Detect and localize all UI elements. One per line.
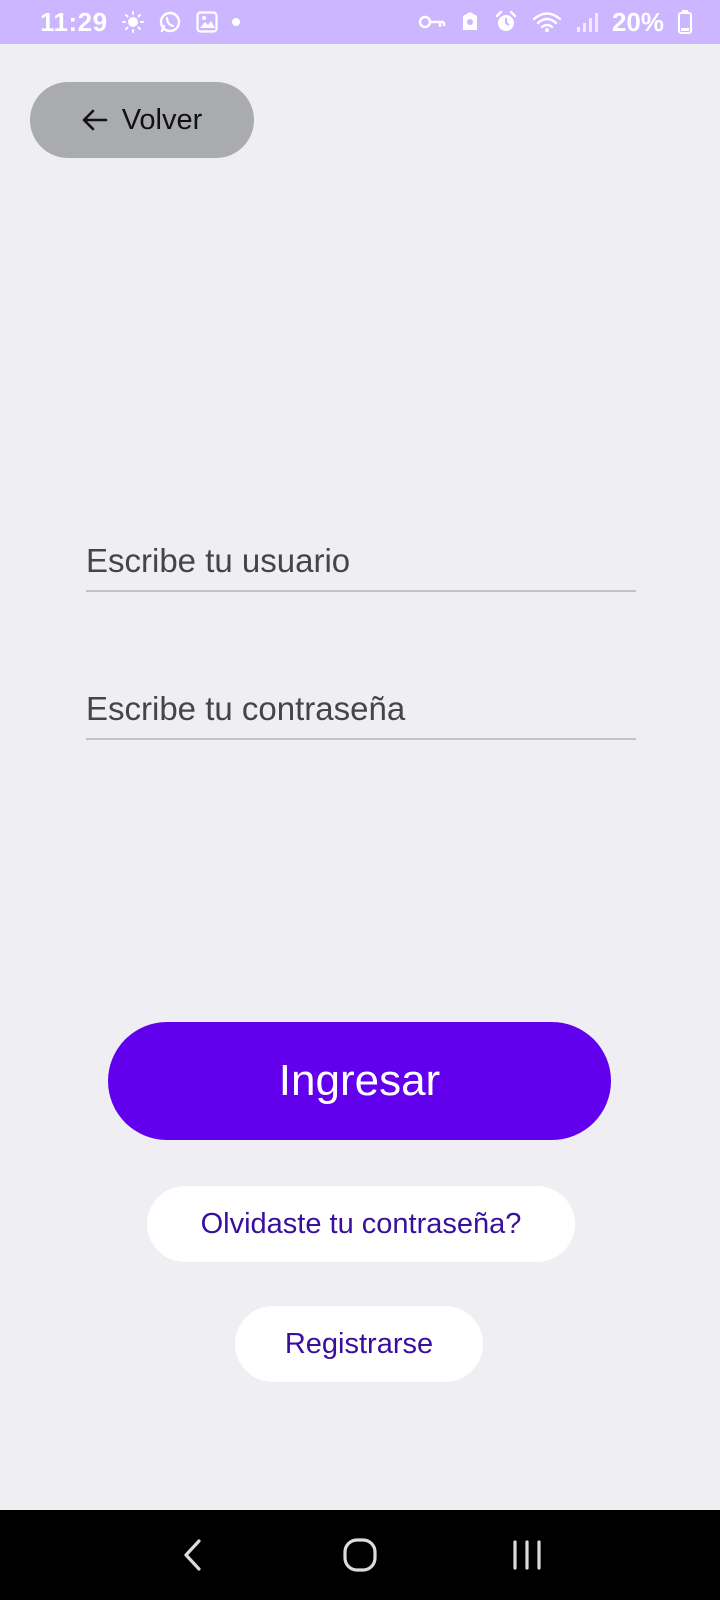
gallery-icon bbox=[195, 11, 218, 33]
forgot-password-button[interactable]: Olvidaste tu contraseña? bbox=[147, 1186, 575, 1262]
username-field bbox=[86, 532, 636, 592]
secure-folder-icon bbox=[460, 10, 480, 34]
navigation-bar bbox=[0, 1510, 720, 1600]
register-label: Registrarse bbox=[284, 1327, 434, 1360]
battery-percent: 20% bbox=[611, 6, 664, 37]
whatsapp-icon bbox=[158, 10, 182, 34]
back-button-label: Volver bbox=[121, 103, 203, 136]
status-right: 20% bbox=[418, 7, 692, 38]
signal-icon bbox=[576, 11, 598, 33]
wifi-icon bbox=[532, 11, 562, 33]
notification-dot-icon bbox=[231, 18, 240, 26]
password-field bbox=[86, 680, 636, 740]
back-button[interactable]: Volver bbox=[30, 82, 254, 158]
status-bar: 11:29 20% bbox=[0, 0, 720, 44]
password-input[interactable] bbox=[86, 690, 636, 738]
status-time: 11:29 bbox=[40, 6, 108, 37]
login-button-label: Ingresar bbox=[278, 1056, 441, 1105]
arrow-left-icon bbox=[82, 108, 108, 132]
home-nav-icon[interactable] bbox=[320, 1515, 400, 1595]
vpn-key-icon bbox=[418, 13, 446, 31]
recents-nav-icon[interactable] bbox=[487, 1515, 567, 1595]
brightness-icon bbox=[121, 11, 144, 33]
register-button[interactable]: Registrarse bbox=[235, 1306, 483, 1382]
alarm-icon bbox=[494, 10, 518, 34]
battery-icon bbox=[678, 10, 692, 34]
login-screen: 11:29 20% Volver Escribe tu usuario Ingr… bbox=[0, 0, 720, 1600]
login-button[interactable]: Ingresar bbox=[108, 1022, 611, 1140]
username-input[interactable] bbox=[86, 542, 636, 590]
back-nav-icon[interactable] bbox=[153, 1515, 233, 1595]
forgot-password-label: Olvidaste tu contraseña? bbox=[200, 1207, 522, 1240]
status-left: 11:29 bbox=[40, 7, 240, 38]
